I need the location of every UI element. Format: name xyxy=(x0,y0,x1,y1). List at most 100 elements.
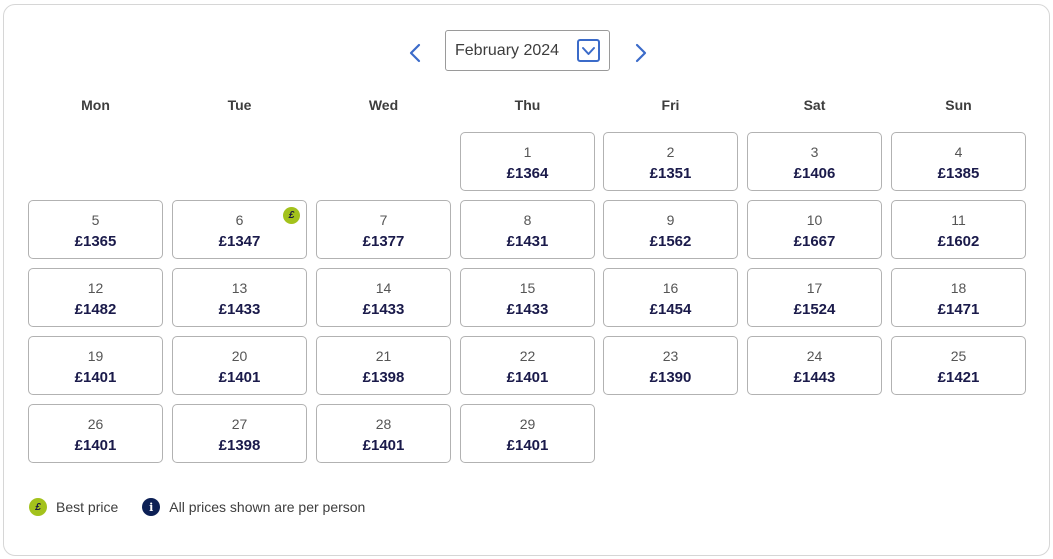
day-number: 5 xyxy=(91,212,100,228)
day-price: £1471 xyxy=(937,301,980,318)
day-number: 24 xyxy=(806,348,823,364)
per-person-note: All prices shown are per person xyxy=(169,499,366,515)
day-number: 20 xyxy=(231,348,248,364)
day-number: 11 xyxy=(951,212,966,228)
day-number: 28 xyxy=(375,416,392,432)
day-price: £1398 xyxy=(362,369,405,386)
month-dropdown-toggle[interactable] xyxy=(577,39,600,62)
month-select-value: February 2024 xyxy=(455,41,560,59)
day-cell[interactable]: 22 £1401 xyxy=(460,336,595,395)
calendar-panel: February 2024 Mon Tue Wed Thu Fri Sat Sun 1 £13… xyxy=(3,4,1050,556)
month-select[interactable]: February 2024 xyxy=(445,30,610,71)
day-price: £1433 xyxy=(362,301,405,318)
day-cell[interactable]: 29 £1401 xyxy=(460,404,595,463)
day-cell[interactable]: 8 £1431 xyxy=(460,200,595,259)
day-cell[interactable]: 18 £1471 xyxy=(891,268,1026,327)
day-cell[interactable]: 7 £1377 xyxy=(316,200,451,259)
day-cell[interactable]: 16 £1454 xyxy=(603,268,738,327)
day-cell[interactable]: 25 £1421 xyxy=(891,336,1026,395)
day-cell[interactable]: 5 £1365 xyxy=(28,200,163,259)
day-price: £1667 xyxy=(793,233,836,250)
day-price: £1401 xyxy=(218,369,261,386)
day-price: £1401 xyxy=(506,437,549,454)
day-cell[interactable]: 9 £1562 xyxy=(603,200,738,259)
day-cell[interactable]: 13 £1433 xyxy=(172,268,307,327)
day-number: 26 xyxy=(87,416,104,432)
day-number: 27 xyxy=(231,416,248,432)
day-cell[interactable]: 10 £1667 xyxy=(747,200,882,259)
day-cell[interactable]: 27 £1398 xyxy=(172,404,307,463)
day-cell[interactable]: 24 £1443 xyxy=(747,336,882,395)
chevron-left-icon xyxy=(409,43,421,63)
day-number: 13 xyxy=(231,280,248,296)
day-number: 8 xyxy=(523,212,532,228)
day-price: £1401 xyxy=(74,437,117,454)
day-price: £1406 xyxy=(793,165,836,182)
day-cell[interactable]: 19 £1401 xyxy=(28,336,163,395)
day-cell[interactable]: 21 £1398 xyxy=(316,336,451,395)
weekday-label: Tue xyxy=(227,97,252,113)
day-number: 18 xyxy=(950,280,967,296)
day-cell[interactable]: 20 £1401 xyxy=(172,336,307,395)
best-price-badge-icon: £ xyxy=(283,207,300,224)
day-price: £1377 xyxy=(362,233,405,250)
day-price: £1401 xyxy=(74,369,117,386)
day-price: £1401 xyxy=(506,369,549,386)
day-cell[interactable]: 15 £1433 xyxy=(460,268,595,327)
weekday-label: Thu xyxy=(514,97,541,113)
day-cell[interactable]: 3 £1406 xyxy=(747,132,882,191)
day-number: 14 xyxy=(375,280,392,296)
day-price: £1433 xyxy=(506,301,549,318)
day-price: £1398 xyxy=(218,437,261,454)
day-number: 7 xyxy=(379,212,388,228)
day-price: £1401 xyxy=(362,437,405,454)
day-number: 22 xyxy=(519,348,536,364)
weekday-label: Wed xyxy=(368,97,399,113)
best-price-badge-icon: £ xyxy=(29,498,47,516)
month-navigation: February 2024 xyxy=(4,5,1049,95)
day-number: 21 xyxy=(375,348,392,364)
day-number: 3 xyxy=(810,144,819,160)
day-price: £1385 xyxy=(937,165,980,182)
day-price: £1433 xyxy=(218,301,261,318)
day-number: 12 xyxy=(87,280,104,296)
day-cell[interactable]: 23 £1390 xyxy=(603,336,738,395)
weekday-label: Sat xyxy=(803,97,826,113)
chevron-down-icon xyxy=(582,46,595,55)
day-price: £1443 xyxy=(793,369,836,386)
day-number: 19 xyxy=(87,348,104,364)
day-number: 10 xyxy=(806,212,823,228)
day-number: 2 xyxy=(666,144,675,160)
day-cell[interactable]: 17 £1524 xyxy=(747,268,882,327)
day-price: £1365 xyxy=(74,233,117,250)
chevron-right-icon xyxy=(635,43,647,63)
day-price: £1431 xyxy=(506,233,549,250)
previous-month-button[interactable] xyxy=(402,39,428,67)
day-price: £1347 xyxy=(218,233,261,250)
day-number: 15 xyxy=(519,280,536,296)
day-price: £1421 xyxy=(937,369,980,386)
day-price: £1562 xyxy=(649,233,692,250)
day-price: £1390 xyxy=(649,369,692,386)
day-cell[interactable]: 14 £1433 xyxy=(316,268,451,327)
day-cell[interactable]: 12 £1482 xyxy=(28,268,163,327)
day-number: 23 xyxy=(662,348,679,364)
best-price-label: Best price xyxy=(56,499,119,515)
day-cell[interactable]: 4 £1385 xyxy=(891,132,1026,191)
day-cell[interactable]: 11 £1602 xyxy=(891,200,1026,259)
day-cell[interactable]: 1 £1364 xyxy=(460,132,595,191)
info-icon: i xyxy=(142,498,161,516)
day-number: 16 xyxy=(662,280,679,296)
day-cell[interactable]: 6 £1347 £ xyxy=(172,200,307,259)
weekday-label: Mon xyxy=(81,97,110,113)
day-price: £1602 xyxy=(937,233,980,250)
day-number: 25 xyxy=(950,348,967,364)
day-number: 9 xyxy=(666,212,675,228)
next-month-button[interactable] xyxy=(628,39,654,67)
day-price: £1524 xyxy=(793,301,836,318)
day-number: 29 xyxy=(519,416,536,432)
day-cell[interactable]: 26 £1401 xyxy=(28,404,163,463)
day-price: £1482 xyxy=(74,301,117,318)
day-cell[interactable]: 2 £1351 xyxy=(603,132,738,191)
day-cell[interactable]: 28 £1401 xyxy=(316,404,451,463)
